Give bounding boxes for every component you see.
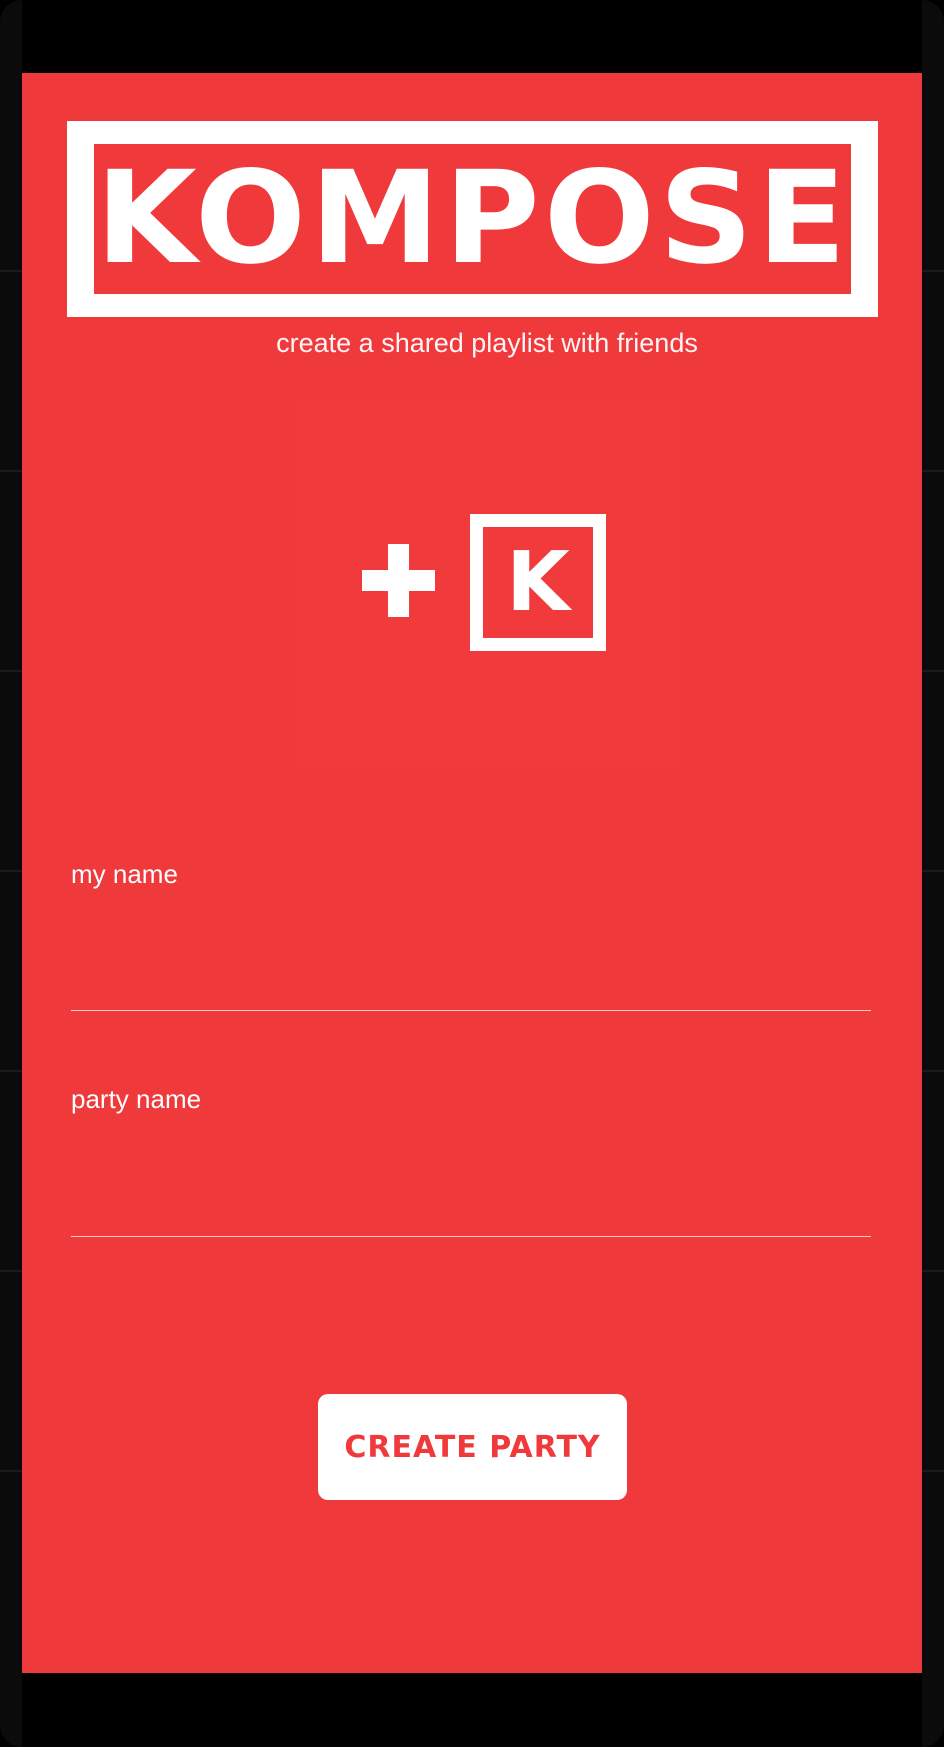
my-name-label: my name: [71, 859, 178, 889]
status-bar: [22, 0, 922, 73]
tagline: create a shared playlist with friends: [276, 328, 698, 358]
kompose-logo: KOMPOSE: [67, 121, 878, 317]
create-party-button[interactable]: CREATE PARTY: [318, 1394, 627, 1500]
plus-icon: [362, 544, 435, 617]
party-name-input[interactable]: [71, 1167, 871, 1237]
navigation-bar: [22, 1673, 922, 1747]
logo-text: KOMPOSE: [95, 144, 850, 293]
logo-inner: KOMPOSE: [94, 144, 851, 294]
device-frame: KOMPOSE create a shared playlist with fr…: [0, 0, 944, 1747]
party-name-label: party name: [71, 1084, 202, 1114]
app-screen: KOMPOSE create a shared playlist with fr…: [22, 73, 922, 1673]
my-name-input[interactable]: [71, 941, 871, 1011]
k-logo-letter: K: [506, 534, 570, 630]
k-logo-icon: K: [470, 514, 606, 651]
